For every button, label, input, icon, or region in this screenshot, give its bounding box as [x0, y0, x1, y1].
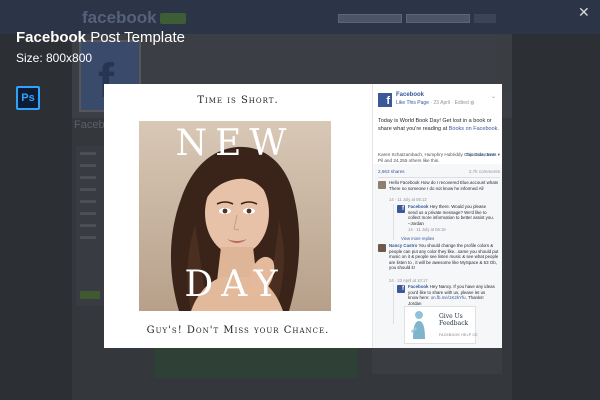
feedback-card[interactable]: Give Us Feedback FACEBOOK HELP CE: [404, 306, 478, 344]
background-sidebar-item: [80, 224, 96, 227]
background-lower-image: [154, 348, 358, 378]
post-date: 23 April: [433, 100, 451, 106]
shares-link[interactable]: 2,663 shares: [378, 169, 405, 174]
portrait-photo: NEW DAY: [139, 121, 331, 311]
feedback-title-line1: Give Us: [439, 313, 463, 320]
commenter-avatar[interactable]: [378, 244, 386, 252]
reply-text: Facebook Hey there. Would you please sen…: [408, 204, 496, 226]
background-green-button: [80, 291, 100, 299]
post-text-end: .: [497, 126, 499, 132]
background-facebook-logo: facebook: [82, 8, 157, 27]
comment-text: Hello Facebook How do I recovered Elue.a…: [389, 180, 499, 191]
post-top-text: Time is Short.: [197, 95, 279, 106]
background-sidebar-item: [80, 164, 96, 167]
headline-word-day: DAY: [184, 264, 286, 305]
template-size: Size: 800x800: [16, 51, 93, 65]
reply-meta: 14 · 11 July at 06:19: [408, 227, 446, 232]
comment-author[interactable]: Nancy Castro: [389, 243, 417, 248]
globe-icon: ◍: [470, 100, 475, 106]
feedback-source: FACEBOOK HELP CE: [439, 333, 478, 337]
divider: [378, 177, 500, 178]
background-login-button: [474, 14, 496, 23]
template-title-rest: Post Template: [86, 29, 185, 46]
person-illustration-icon: [411, 311, 425, 339]
feedback-link[interactable]: on.fb.me/1K2kYfu: [431, 295, 466, 300]
more-options-icon[interactable]: ⌄: [491, 93, 496, 100]
share-comment-counts: 2,663 shares 2.7k comments: [378, 169, 500, 174]
comment-text: Nancy Castro You should change the profi…: [389, 243, 499, 271]
template-title-bold: Facebook: [16, 29, 87, 46]
comment-meta: 24 · 23 April at 10:17: [389, 278, 428, 283]
commenter-avatar[interactable]: [378, 181, 386, 189]
post-text: Today is World Book Day! Get lost in a b…: [378, 117, 500, 133]
post-meta: Like This Page · 23 April · Edited ◍: [396, 100, 475, 106]
post-bottom-text: Guy's! Don't Miss your Chance.: [146, 325, 330, 336]
reply-thread-line: [393, 204, 394, 240]
background-sidebar-item: [80, 176, 96, 179]
template-title: Facebook Post Template: [16, 29, 185, 46]
view-more-replies-label[interactable]: View more replies: [401, 236, 434, 241]
reply-text: Facebook Hey Nancy. If you have any idea…: [408, 284, 496, 306]
reply-thread-line: [393, 284, 394, 324]
background-sidebar-item: [80, 152, 96, 155]
facebook-avatar-icon[interactable]: f: [397, 205, 405, 213]
background-signup-button: [160, 13, 186, 24]
books-link[interactable]: Books on Facebook: [449, 126, 498, 132]
reply-author[interactable]: Facebook: [408, 204, 429, 209]
facebook-logo-icon: f: [378, 93, 392, 107]
post-image: Time is Short. NEW DAY Guy's! Don't Miss…: [104, 84, 372, 348]
edited-label: Edited: [454, 100, 469, 106]
view-more-replies-link[interactable]: View more replies: [401, 236, 434, 241]
likes-summary: Karen Schatzambach, Humphry Hubriddy Chi…: [378, 152, 500, 164]
background-sidebar-item: [80, 200, 96, 203]
photoshop-icon[interactable]: Ps: [16, 86, 40, 110]
facebook-avatar-icon[interactable]: f: [397, 285, 405, 293]
page-name-link[interactable]: Facebook: [396, 92, 424, 98]
comments-count: 2.7k comments: [468, 169, 500, 174]
background-password-field: [406, 14, 470, 23]
close-icon[interactable]: ✕: [578, 5, 590, 19]
background-sidebar-item: [80, 236, 96, 239]
feedback-title-line2: Feedback: [439, 320, 469, 327]
like-page-link[interactable]: Like This Page: [396, 100, 429, 106]
reply-author[interactable]: Facebook: [408, 284, 429, 289]
background-sidebar-item: [80, 188, 96, 191]
background-lower-panel: [372, 348, 502, 374]
headline-word-new: NEW: [175, 123, 295, 164]
preview-card: Time is Short. NEW DAY Guy's! Don't Miss…: [104, 84, 502, 348]
background-sidebar-item: [80, 212, 96, 215]
comment-meta: 14 · 11 July at 06:13: [389, 197, 427, 202]
background-email-field: [338, 14, 402, 23]
top-comments-dropdown[interactable]: Top Comments ▾: [466, 152, 500, 158]
